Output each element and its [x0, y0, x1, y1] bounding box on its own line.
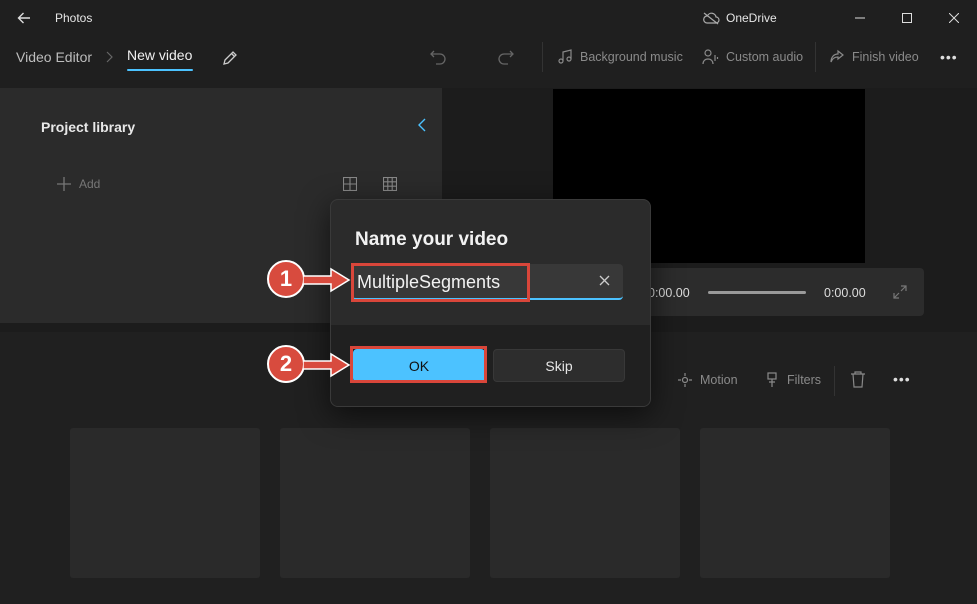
add-label: Add [79, 177, 101, 191]
share-export-icon [830, 49, 844, 63]
step-1-badge: 1 [267, 260, 305, 298]
large-grid-icon[interactable] [342, 176, 358, 196]
storyboard-divider [834, 366, 835, 396]
breadcrumb-video-editor[interactable]: Video Editor [16, 49, 92, 65]
custom-audio-label: Custom audio [726, 50, 804, 64]
chevron-right-icon [105, 50, 113, 68]
motion-label: Motion [700, 373, 738, 387]
delete-trash-icon[interactable] [850, 371, 866, 393]
ok-highlight-box [350, 346, 487, 383]
storyboard-tile[interactable] [70, 428, 260, 578]
step-2-badge: 2 [267, 345, 305, 383]
minimize-button[interactable] [837, 0, 883, 36]
breadcrumb-new-video: New video [127, 47, 193, 63]
small-grid-icon[interactable] [382, 176, 398, 196]
close-icon [949, 13, 959, 23]
redo-icon[interactable] [497, 48, 515, 71]
title-bar: Photos OneDrive [0, 0, 977, 36]
custom-audio-icon [702, 49, 719, 65]
editor-toolbar: Video Editor New video Background music … [0, 36, 977, 88]
storyboard-more-icon[interactable]: ••• [893, 371, 911, 387]
motion-icon [678, 373, 692, 387]
onedrive-status[interactable]: OneDrive [703, 11, 777, 25]
back-arrow-icon[interactable] [10, 6, 38, 30]
seek-slider[interactable] [708, 291, 806, 294]
storyboard-tile[interactable] [280, 428, 470, 578]
finish-video-button[interactable]: Finish video [829, 49, 919, 65]
dialog-title: Name your video [355, 229, 509, 250]
collapse-chevron-icon[interactable] [417, 118, 427, 137]
background-music-button[interactable]: Background music [557, 49, 683, 65]
fullscreen-icon[interactable] [893, 285, 907, 304]
motion-button[interactable]: Motion [677, 372, 738, 388]
input-highlight-box [351, 263, 530, 302]
minimize-icon [855, 17, 865, 19]
close-window-button[interactable] [931, 0, 977, 36]
storyboard-tile[interactable] [700, 428, 890, 578]
project-library-title: Project library [41, 119, 136, 135]
app-title: Photos [55, 11, 93, 25]
finish-video-label: Finish video [852, 50, 919, 64]
cloud-off-icon [703, 12, 720, 24]
custom-audio-button[interactable]: Custom audio [702, 49, 803, 65]
active-crumb-underline [127, 69, 193, 71]
step-1-arrow-icon [303, 267, 351, 293]
toolbar-divider [542, 42, 543, 72]
clear-input-icon[interactable] [599, 273, 610, 291]
more-options-icon[interactable]: ••• [940, 49, 958, 65]
step-2-arrow-icon [303, 352, 351, 378]
maximize-icon [902, 13, 912, 23]
maximize-button[interactable] [884, 0, 930, 36]
edit-pencil-icon[interactable] [221, 49, 239, 72]
add-media-button[interactable]: Add [57, 177, 100, 191]
undo-icon[interactable] [429, 48, 447, 71]
end-time: 0:00.00 [824, 286, 866, 300]
music-note-icon [558, 49, 572, 64]
filters-label: Filters [787, 373, 822, 387]
storyboard-tile[interactable] [490, 428, 680, 578]
plus-icon [57, 177, 71, 191]
background-music-label: Background music [580, 50, 683, 64]
filters-button[interactable]: Filters [764, 372, 821, 388]
current-time: 0:00.00 [648, 286, 690, 300]
filters-icon [767, 372, 777, 387]
skip-button[interactable]: Skip [493, 349, 625, 382]
toolbar-divider [815, 42, 816, 72]
onedrive-label: OneDrive [726, 11, 777, 25]
